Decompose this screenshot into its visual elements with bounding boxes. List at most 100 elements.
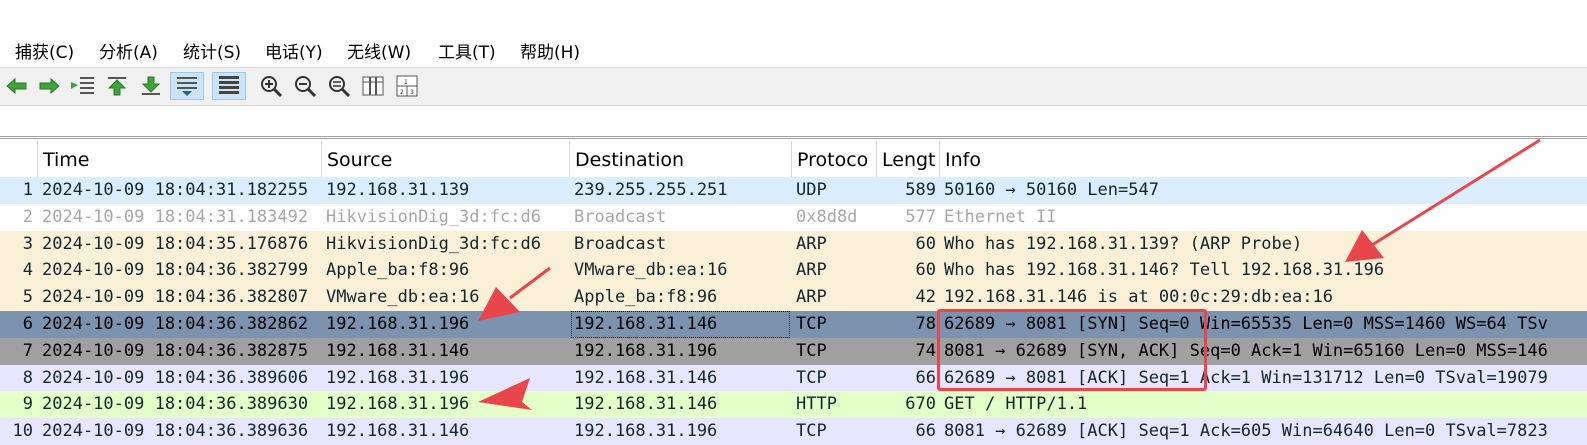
packet-len-cell: 577 — [905, 206, 936, 227]
packet-no-cell: 3 — [22, 233, 33, 254]
column-header-time[interactable]: Time — [37, 141, 321, 177]
menu-wireless[interactable]: 无线(W) — [347, 38, 411, 63]
packet-src-cell: 192.168.31.146 — [326, 340, 470, 361]
packet-no-cell: 6 — [22, 314, 33, 334]
display-filter-input[interactable] — [0, 106, 1587, 139]
packet-proto-cell: ARP — [796, 233, 827, 254]
packet-no-cell: 7 — [22, 340, 33, 361]
packet-time-cell: 2024-10-09 18:04:36.382875 — [42, 340, 309, 361]
packet-len-cell: 589 — [905, 180, 936, 200]
packet-no-cell: 5 — [22, 287, 33, 308]
svg-text:3: 3 — [410, 89, 414, 96]
packet-time-cell: 2024-10-09 18:04:36.382862 — [42, 314, 309, 334]
go-back-icon[interactable] — [2, 72, 32, 100]
packet-time-cell: 2024-10-09 18:04:31.182255 — [42, 180, 309, 200]
packet-info-cell: 50160 → 50160 Len=547 — [944, 180, 1159, 200]
packet-no-cell: 1 — [22, 180, 33, 200]
layout-icon[interactable]: 123 — [392, 72, 422, 100]
packet-row[interactable]: 9 2024-10-09 18:04:36.389630 192.168.31.19… — [0, 391, 1587, 419]
packet-time-cell: 2024-10-09 18:04:31.183492 — [42, 206, 309, 227]
packet-len-cell: 42 — [915, 287, 936, 308]
packet-proto-cell: UDP — [796, 180, 827, 200]
packet-src-cell: 192.168.31.196 — [326, 394, 470, 415]
packet-row[interactable]: 3 2024-10-09 18:04:35.176876 HikvisionDig_… — [0, 230, 1587, 258]
svg-text:1: 1 — [404, 79, 408, 86]
go-to-packet-icon[interactable] — [68, 72, 98, 100]
packet-info-cell: 192.168.31.146 is at 00:0c:29:db:ea:16 — [944, 287, 1333, 308]
packet-time-cell: 2024-10-09 18:04:36.389606 — [42, 367, 309, 388]
packet-no-cell: 4 — [22, 260, 33, 281]
packet-proto-cell: 0x8d8d — [796, 206, 858, 227]
packet-proto-cell: TCP — [796, 367, 827, 388]
svg-text:2: 2 — [400, 89, 404, 96]
packet-list-header: Time Source Destination Protoco Lengt In… — [0, 141, 1587, 178]
packet-proto-cell: HTTP — [796, 394, 837, 415]
packet-src-cell: HikvisionDig_3d:fc:d6 — [326, 206, 541, 227]
menu-statistics[interactable]: 统计(S) — [183, 38, 241, 63]
packet-no-cell: 8 — [22, 367, 33, 388]
packet-proto-cell: TCP — [796, 314, 827, 334]
packet-info-cell: Who has 192.168.31.139? (ARP Probe) — [944, 233, 1303, 254]
packet-src-cell: 192.168.31.196 — [326, 367, 470, 388]
autoscroll-icon[interactable] — [170, 72, 204, 100]
column-header-info[interactable]: Info — [939, 141, 1587, 177]
menu-bar: 捕获(C) 分析(A) 统计(S) 电话(Y) 无线(W) 工具(T) 帮助(H… — [0, 34, 1587, 66]
packet-len-cell: 74 — [915, 340, 936, 361]
packet-len-cell: 60 — [915, 233, 936, 254]
packet-src-cell: Apple_ba:f8:96 — [326, 260, 470, 281]
packet-row[interactable]: 1 2024-10-09 18:04:31.182255 192.168.31.13… — [0, 177, 1587, 204]
resize-columns-icon[interactable] — [358, 72, 388, 100]
packet-row[interactable]: 4 2024-10-09 18:04:36.382799 Apple_ba:f8:9… — [0, 257, 1587, 285]
packet-row[interactable]: 7 2024-10-09 18:04:36.382875 192.168.31.14… — [0, 337, 1587, 365]
packet-proto-cell: ARP — [796, 260, 827, 281]
colorize-icon[interactable] — [212, 72, 246, 100]
column-header-source[interactable]: Source — [321, 141, 569, 177]
annotation-highlight-box — [937, 309, 1207, 391]
zoom-normal-icon[interactable] — [324, 72, 354, 100]
menu-analyze[interactable]: 分析(A) — [99, 38, 158, 63]
packet-src-cell: HikvisionDig_3d:fc:d6 — [326, 233, 541, 254]
menu-help[interactable]: 帮助(H) — [520, 38, 580, 63]
column-header-no[interactable] — [0, 141, 37, 177]
packet-time-cell: 2024-10-09 18:04:36.382807 — [42, 287, 309, 308]
menu-capture[interactable]: 捕获(C) — [15, 38, 74, 63]
packet-len-cell: 60 — [915, 260, 936, 281]
packet-info-cell: Ethernet II — [944, 206, 1057, 227]
zoom-out-icon[interactable] — [290, 72, 320, 100]
packet-time-cell: 2024-10-09 18:04:36.389630 — [42, 394, 309, 415]
last-packet-icon[interactable] — [136, 72, 166, 100]
packet-proto-cell: ARP — [796, 287, 827, 308]
packet-dst-cell: Broadcast — [574, 206, 667, 227]
packet-info-cell: Who has 192.168.31.146? Tell 192.168.31.… — [944, 260, 1385, 281]
packet-row[interactable]: 8 2024-10-09 18:04:36.389606 192.168.31.19… — [0, 364, 1587, 392]
packet-src-cell: VMware_db:ea:16 — [326, 287, 480, 308]
zoom-in-icon[interactable] — [256, 72, 286, 100]
packet-dst-cell: 192.168.31.146 — [574, 367, 718, 388]
menu-telephony[interactable]: 电话(Y) — [265, 38, 323, 63]
packet-len-cell: 66 — [915, 367, 936, 388]
menu-tools[interactable]: 工具(T) — [438, 38, 496, 63]
focused-cell-outline — [571, 311, 790, 338]
packet-len-cell: 78 — [915, 314, 936, 334]
go-forward-icon[interactable] — [34, 72, 64, 100]
packet-row[interactable]: 5 2024-10-09 18:04:36.382807 VMware_db:ea:… — [0, 284, 1587, 312]
packet-time-cell: 2024-10-09 18:04:36.382799 — [42, 260, 309, 281]
column-header-length[interactable]: Lengt — [876, 141, 939, 177]
packet-len-cell: 670 — [905, 394, 936, 415]
packet-src-cell: 192.168.31.196 — [326, 314, 470, 334]
packet-dst-cell: 239.255.255.251 — [574, 180, 728, 200]
first-packet-icon[interactable] — [102, 72, 132, 100]
packet-dst-cell: Broadcast — [574, 233, 667, 254]
packet-no-cell: 9 — [22, 394, 33, 415]
packet-dst-cell: 192.168.31.196 — [574, 340, 718, 361]
packet-dst-cell: VMware_db:ea:16 — [574, 260, 728, 281]
column-header-protocol[interactable]: Protoco — [791, 141, 876, 177]
packet-no-cell: 2 — [22, 206, 33, 227]
packet-src-cell: 192.168.31.139 — [326, 180, 470, 200]
packet-row[interactable]: 6 2024-10-09 18:04:36.382862 192.168.31.19… — [0, 311, 1587, 338]
packet-dst-cell: Apple_ba:f8:96 — [574, 287, 718, 308]
packet-proto-cell: TCP — [796, 340, 827, 361]
packet-row[interactable]: 2 2024-10-09 18:04:31.183492 HikvisionDig_… — [0, 203, 1587, 231]
packet-dst-cell: 192.168.31.146 — [574, 394, 718, 415]
column-header-destination[interactable]: Destination — [569, 141, 791, 177]
